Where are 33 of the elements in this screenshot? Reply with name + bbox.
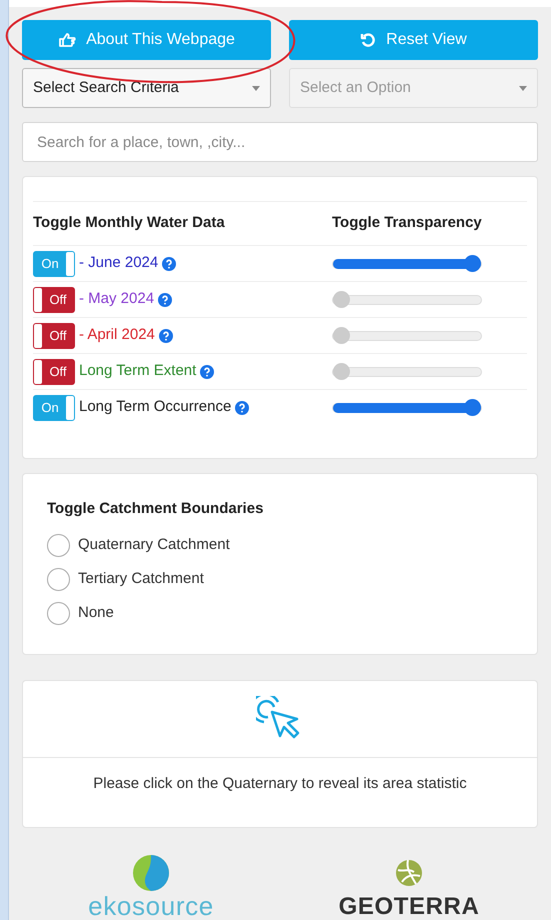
help-icon[interactable] bbox=[162, 256, 176, 271]
caret-icon bbox=[252, 86, 260, 90]
layer-label: - April 2024 bbox=[79, 325, 155, 346]
column-heading: Toggle Transparency bbox=[332, 213, 482, 234]
help-icon[interactable] bbox=[158, 328, 173, 343]
column-heading: Toggle Monthly Water Data bbox=[33, 213, 226, 234]
search-field[interactable]: Search for a place, town, ,city... bbox=[22, 122, 538, 162]
pointing-hand-icon bbox=[58, 32, 76, 48]
help-icon[interactable] bbox=[235, 400, 250, 415]
layer-toggle[interactable]: Off bbox=[33, 322, 75, 349]
radio-option[interactable]: Quaternary Catchment bbox=[47, 528, 513, 563]
radio-button[interactable] bbox=[47, 568, 70, 592]
layer-toggle[interactable]: Off bbox=[33, 358, 75, 385]
radio-button[interactable] bbox=[47, 534, 70, 558]
help-icon[interactable] bbox=[200, 364, 214, 379]
logo-text: ekosource bbox=[88, 892, 214, 920]
radio-option[interactable]: Tertiary Catchment bbox=[47, 562, 513, 597]
water-drop-logo-icon bbox=[132, 854, 170, 892]
radio-button[interactable] bbox=[47, 602, 70, 626]
section-title: Toggle Catchment Boundaries bbox=[47, 499, 264, 520]
help-icon[interactable] bbox=[158, 292, 172, 307]
globe-logo-icon bbox=[394, 858, 424, 888]
layer-label: Long Term Occurrence bbox=[79, 397, 232, 418]
select-dropdown[interactable]: Select Search Criteria bbox=[22, 68, 271, 108]
reset-icon bbox=[360, 32, 376, 48]
layer-label: Long Term Extent bbox=[79, 361, 196, 382]
layer-toggle[interactable]: Off bbox=[33, 286, 75, 313]
radio-option[interactable]: None bbox=[47, 596, 513, 631]
logo-text: GEOTERRA bbox=[338, 894, 480, 920]
layer-label: - June 2024 bbox=[79, 253, 158, 274]
caret-icon bbox=[519, 86, 527, 90]
statistics-message: Please click on the Quaternary to reveal its area statistic bbox=[93, 774, 467, 794]
layer-label: - May 2024 bbox=[79, 289, 154, 310]
